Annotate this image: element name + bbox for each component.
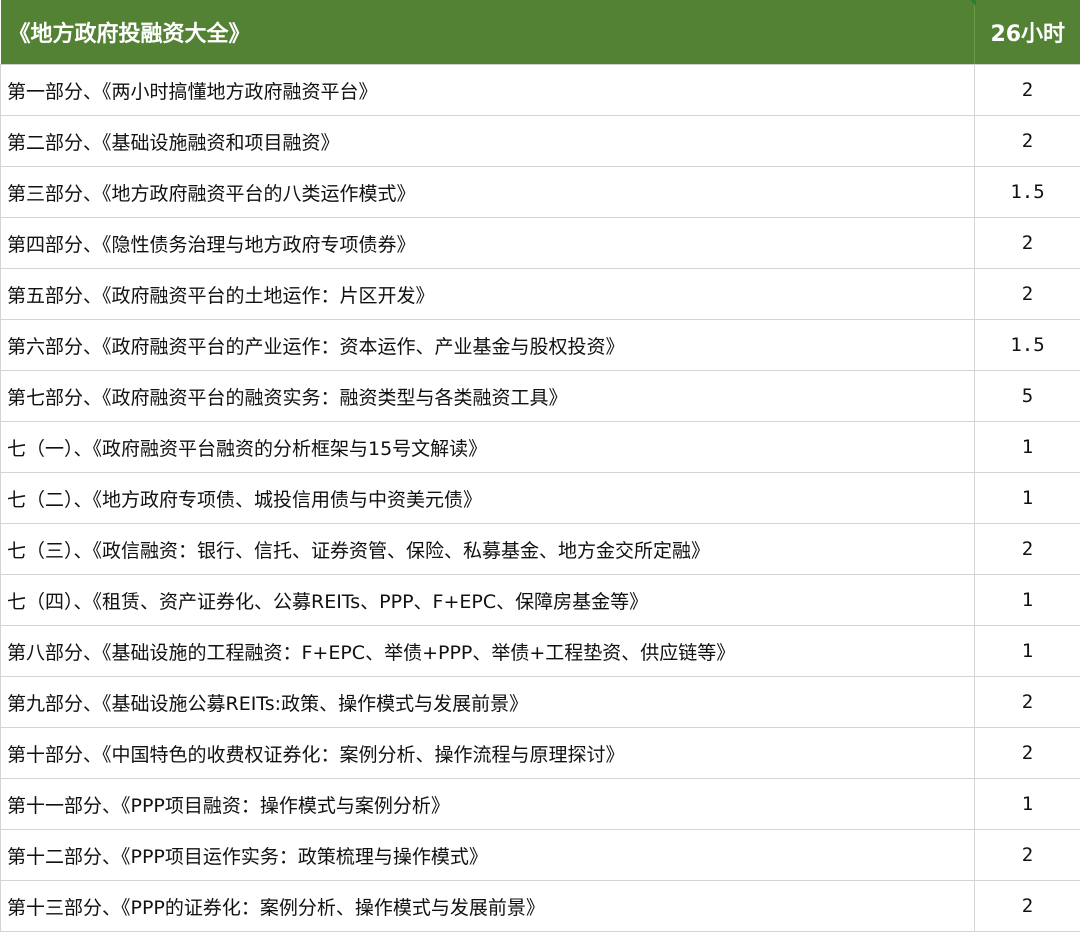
course-hours-cell: 2 <box>975 728 1080 779</box>
table-title-header: 《地方政府投融资大全》 <box>1 0 975 65</box>
course-title-cell: 第二部分、《基础设施融资和项目融资》 <box>1 116 975 167</box>
table-row: 第五部分、《政府融资平台的土地运作：片区开发》2 <box>1 269 1080 320</box>
course-hours-cell: 1 <box>975 473 1080 524</box>
course-hours-cell: 2 <box>975 269 1080 320</box>
course-hours-cell: 2 <box>975 677 1080 728</box>
course-hours-cell: 1 <box>975 575 1080 626</box>
course-hours-cell: 1 <box>975 626 1080 677</box>
table-row: 第十三部分、《PPP的证券化：案例分析、操作模式与发展前景》2 <box>1 881 1080 932</box>
table-row: 第十一部分、《PPP项目融资：操作模式与案例分析》1 <box>1 779 1080 830</box>
course-hours-cell: 5 <box>975 371 1080 422</box>
course-title-cell: 第九部分、《基础设施公募REITs:政策、操作模式与发展前景》 <box>1 677 975 728</box>
course-title-cell: 第一部分、《两小时搞懂地方政府融资平台》 <box>1 65 975 116</box>
table-row: 第九部分、《基础设施公募REITs:政策、操作模式与发展前景》2 <box>1 677 1080 728</box>
course-hours-cell: 1 <box>975 779 1080 830</box>
cell-comment-marker-icon <box>970 0 976 6</box>
table-row: 第十部分、《中国特色的收费权证券化：案例分析、操作流程与原理探讨》2 <box>1 728 1080 779</box>
course-title-cell: 第十二部分、《PPP项目运作实务：政策梳理与操作模式》 <box>1 830 975 881</box>
course-title-cell: 七（三）、《政信融资：银行、信托、证券资管、保险、私募基金、地方金交所定融》 <box>1 524 975 575</box>
table-row: 第七部分、《政府融资平台的融资实务：融资类型与各类融资工具》5 <box>1 371 1080 422</box>
course-hours-cell: 1.5 <box>975 167 1080 218</box>
course-hours-cell: 2 <box>975 830 1080 881</box>
total-hours-header: 26小时 <box>975 0 1080 65</box>
course-title-cell: 第五部分、《政府融资平台的土地运作：片区开发》 <box>1 269 975 320</box>
table-row: 第三部分、《地方政府融资平台的八类运作模式》1.5 <box>1 167 1080 218</box>
table-row: 七（四）、《租赁、资产证券化、公募REITs、PPP、F+EPC、保障房基金等》… <box>1 575 1080 626</box>
course-title-cell: 第八部分、《基础设施的工程融资：F+EPC、举债+PPP、举债+工程垫资、供应链… <box>1 626 975 677</box>
course-hours-cell: 2 <box>975 881 1080 932</box>
table-row: 第二部分、《基础设施融资和项目融资》2 <box>1 116 1080 167</box>
course-title-cell: 第十部分、《中国特色的收费权证券化：案例分析、操作流程与原理探讨》 <box>1 728 975 779</box>
course-hours-cell: 2 <box>975 524 1080 575</box>
table-row: 七（二）、《地方政府专项债、城投信用债与中资美元债》1 <box>1 473 1080 524</box>
course-hours-cell: 2 <box>975 218 1080 269</box>
course-table: 《地方政府投融资大全》 26小时 第一部分、《两小时搞懂地方政府融资平台》2 第… <box>0 0 1080 932</box>
course-hours-cell: 2 <box>975 116 1080 167</box>
table-row: 第六部分、《政府融资平台的产业运作：资本运作、产业基金与股权投资》1.5 <box>1 320 1080 371</box>
course-title-cell: 第七部分、《政府融资平台的融资实务：融资类型与各类融资工具》 <box>1 371 975 422</box>
table-row: 第十二部分、《PPP项目运作实务：政策梳理与操作模式》2 <box>1 830 1080 881</box>
table-row: 第一部分、《两小时搞懂地方政府融资平台》2 <box>1 65 1080 116</box>
course-title-cell: 第十三部分、《PPP的证券化：案例分析、操作模式与发展前景》 <box>1 881 975 932</box>
course-title-cell: 七（四）、《租赁、资产证券化、公募REITs、PPP、F+EPC、保障房基金等》 <box>1 575 975 626</box>
course-hours-cell: 2 <box>975 65 1080 116</box>
header-row: 《地方政府投融资大全》 26小时 <box>1 0 1080 65</box>
table-row: 七（一）、《政府融资平台融资的分析框架与15号文解读》1 <box>1 422 1080 473</box>
table-row: 七（三）、《政信融资：银行、信托、证券资管、保险、私募基金、地方金交所定融》2 <box>1 524 1080 575</box>
course-hours-cell: 1.5 <box>975 320 1080 371</box>
course-hours-cell: 1 <box>975 422 1080 473</box>
course-title-cell: 七（二）、《地方政府专项债、城投信用债与中资美元债》 <box>1 473 975 524</box>
table-row: 第四部分、《隐性债务治理与地方政府专项债券》2 <box>1 218 1080 269</box>
course-title-cell: 第六部分、《政府融资平台的产业运作：资本运作、产业基金与股权投资》 <box>1 320 975 371</box>
course-title-cell: 第十一部分、《PPP项目融资：操作模式与案例分析》 <box>1 779 975 830</box>
table-row: 第八部分、《基础设施的工程融资：F+EPC、举债+PPP、举债+工程垫资、供应链… <box>1 626 1080 677</box>
table-body: 第一部分、《两小时搞懂地方政府融资平台》2 第二部分、《基础设施融资和项目融资》… <box>1 65 1080 932</box>
course-table-sheet: 《地方政府投融资大全》 26小时 第一部分、《两小时搞懂地方政府融资平台》2 第… <box>0 0 1080 930</box>
course-title-cell: 七（一）、《政府融资平台融资的分析框架与15号文解读》 <box>1 422 975 473</box>
course-title-cell: 第三部分、《地方政府融资平台的八类运作模式》 <box>1 167 975 218</box>
course-title-cell: 第四部分、《隐性债务治理与地方政府专项债券》 <box>1 218 975 269</box>
